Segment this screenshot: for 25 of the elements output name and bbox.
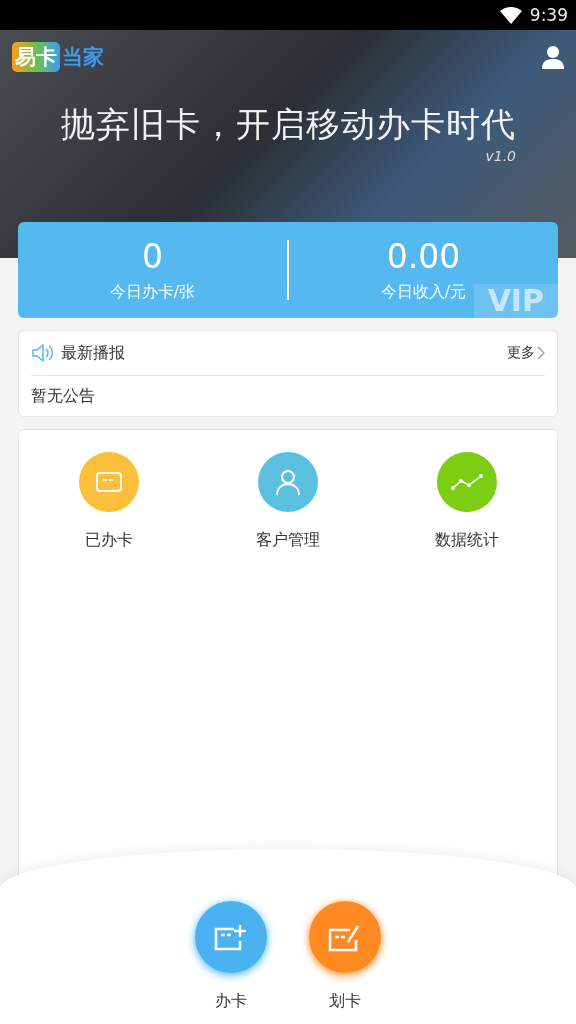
person-icon: [273, 467, 303, 497]
menu-item[interactable]: 已办卡: [19, 452, 199, 551]
profile-icon[interactable]: [542, 45, 564, 69]
clock: 9:39: [529, 5, 568, 25]
logo-text: 当家: [61, 44, 104, 71]
vip-watermark: VIP: [473, 284, 558, 318]
menu-item[interactable]: 客户管理: [198, 452, 378, 551]
logo-badge: 易卡: [12, 42, 60, 72]
action-button[interactable]: 划卡: [309, 901, 381, 1024]
version-label: v1.0: [485, 148, 516, 164]
menu-item[interactable]: 数据统计: [377, 452, 557, 551]
notice-message: 暂无公告: [31, 384, 96, 407]
action-button[interactable]: 办卡: [195, 901, 267, 1024]
notice-title: 最新播报: [61, 342, 126, 364]
more-link[interactable]: 更多: [507, 344, 545, 362]
stat-label: 今日办卡/张: [109, 282, 196, 303]
stat-value: 0: [142, 237, 163, 276]
card-icon: [94, 471, 123, 493]
chevron-icon: [537, 346, 545, 360]
stat-label: 今日收入/元: [380, 282, 467, 303]
speaker-icon: [31, 343, 55, 363]
stat-value: 0.00: [386, 237, 461, 276]
line-chart-icon: [450, 473, 485, 491]
wifi-icon: [499, 6, 522, 24]
banner-slogan: 抛弃旧卡，开启移动办卡时代: [59, 103, 517, 146]
